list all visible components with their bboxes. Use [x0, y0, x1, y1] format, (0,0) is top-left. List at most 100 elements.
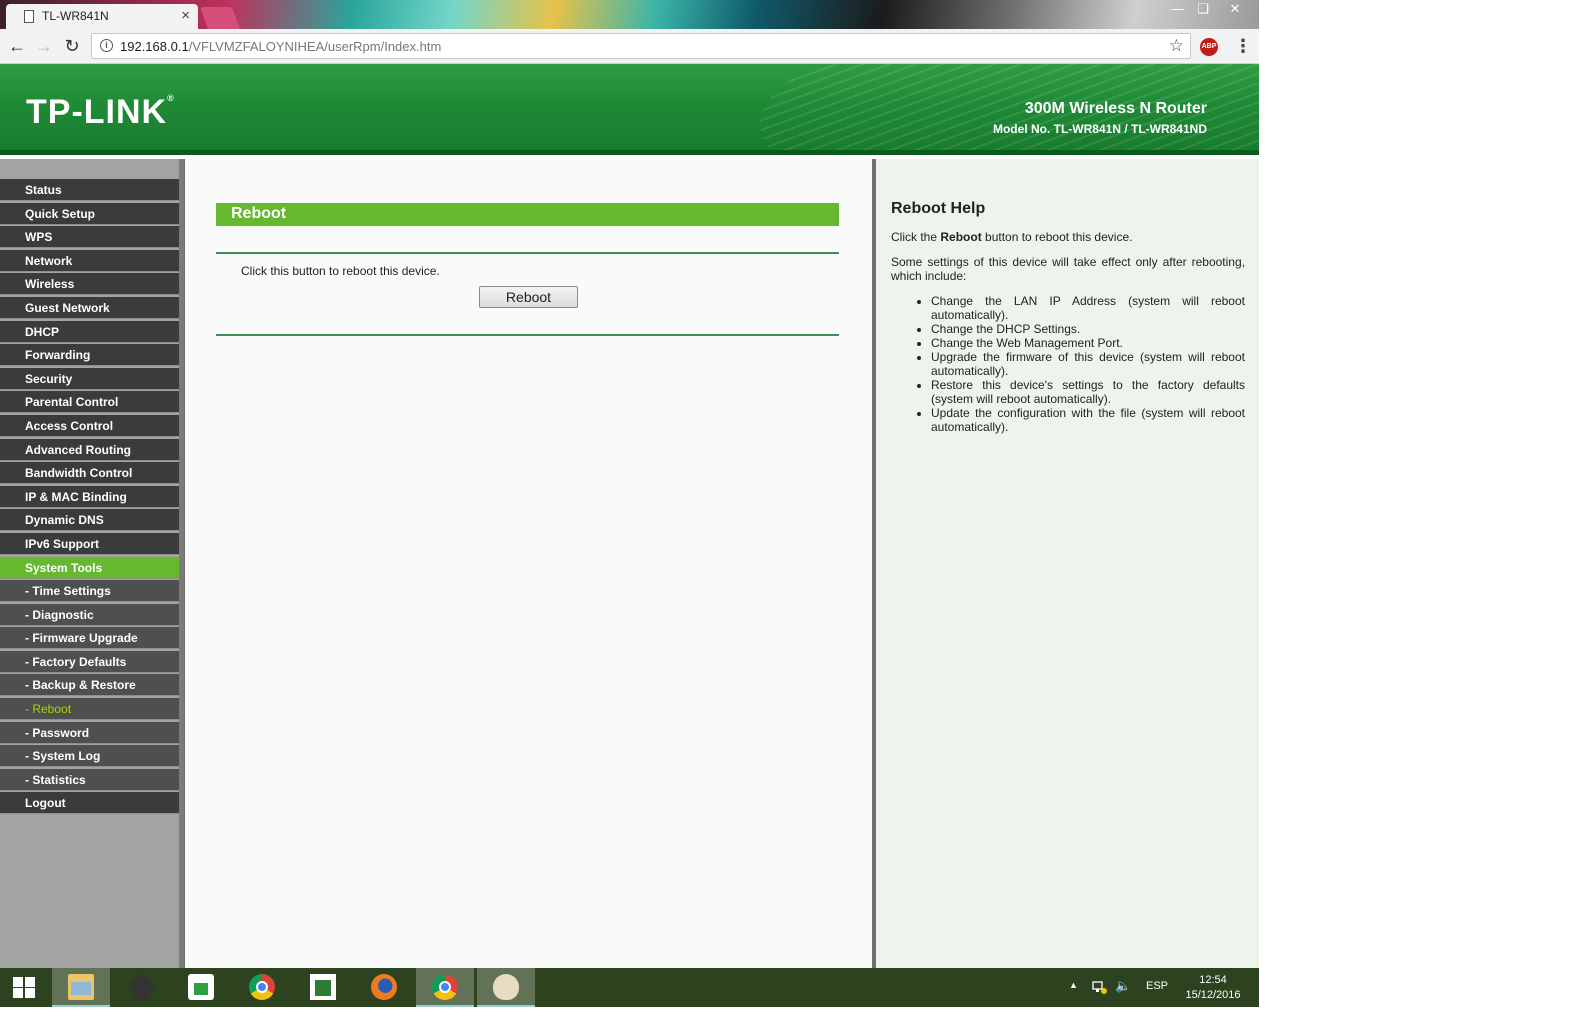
network-icon[interactable]: [1091, 979, 1107, 995]
help-list-item: Upgrade the firmware of this device (sys…: [931, 350, 1245, 378]
help-intro-prefix: Click the: [891, 230, 941, 244]
star-icon[interactable]: ☆: [1169, 36, 1184, 56]
clock[interactable]: 12:54 15/12/2016: [1183, 973, 1243, 1003]
page-title: Reboot: [231, 205, 287, 222]
sidebar-item-status[interactable]: Status: [0, 179, 179, 201]
sidebar-item-dhcp[interactable]: DHCP: [0, 320, 179, 343]
help-list-item: Update the configuration with the file (…: [931, 406, 1245, 434]
tab-close-icon[interactable]: ×: [181, 7, 190, 25]
browser-toolbar: ← → ↻ i 192.168.0.1/VFLVMZFALOYNIHEA/use…: [0, 29, 1259, 64]
url-path: /VFLVMZFALOYNIHEA/userRpm/Index.htm: [188, 39, 442, 54]
volume-icon[interactable]: 🔈: [1115, 978, 1131, 994]
tray-expand-icon[interactable]: ▲: [1069, 980, 1078, 990]
product-name: 300M Wireless N Router: [1024, 100, 1207, 117]
reboot-button[interactable]: Reboot: [479, 286, 578, 308]
taskbar-app[interactable]: [113, 968, 171, 1007]
forward-icon[interactable]: →: [33, 36, 55, 58]
url-text[interactable]: 192.168.0.1/VFLVMZFALOYNIHEA/userRpm/Ind…: [120, 39, 441, 54]
sidebar-item-statistics[interactable]: - Statistics: [0, 768, 179, 791]
divider: [216, 334, 839, 336]
sidebar: Status Quick Setup WPS Network Wireless …: [0, 159, 184, 968]
help-intro: Click the Reboot button to reboot this d…: [891, 230, 1245, 244]
help-intro-bold: Reboot: [940, 230, 982, 244]
help-list-item: Change the LAN IP Address (system will r…: [931, 294, 1245, 322]
address-bar[interactable]: i 192.168.0.1/VFLVMZFALOYNIHEA/userRpm/I…: [91, 33, 1191, 59]
store-icon: [188, 974, 214, 1000]
sidebar-item-dynamic-dns[interactable]: Dynamic DNS: [0, 509, 179, 532]
restore-icon[interactable]: ❏: [1188, 0, 1218, 20]
taskbar-file-explorer[interactable]: [52, 968, 110, 1007]
router-header: TP-LINK® 300M Wireless N Router Model No…: [0, 64, 1259, 155]
taskbar-firefox[interactable]: [355, 968, 413, 1007]
help-list-item: Restore this device's settings to the fa…: [931, 378, 1245, 406]
help-list-item: Change the Web Management Port.: [931, 336, 1245, 350]
sidebar-item-parental-control[interactable]: Parental Control: [0, 391, 179, 414]
sidebar-item-ipv6-support[interactable]: IPv6 Support: [0, 532, 179, 555]
sidebar-item-ip-mac-binding[interactable]: IP & MAC Binding: [0, 485, 179, 508]
sidebar-item-guest-network[interactable]: Guest Network: [0, 296, 179, 319]
page-title-bar: Reboot: [216, 203, 839, 226]
header-divider: [0, 150, 1259, 155]
taskbar-store[interactable]: [172, 968, 230, 1007]
sidebar-item-wireless[interactable]: Wireless: [0, 273, 179, 296]
sidebar-menu: Status Quick Setup WPS Network Wireless …: [0, 179, 179, 816]
tplink-logo: TP-LINK®: [26, 93, 175, 132]
taskbar-paint[interactable]: [477, 968, 535, 1007]
paint-icon: [493, 974, 519, 1000]
sidebar-item-diagnostic[interactable]: - Diagnostic: [0, 603, 179, 626]
project-icon: [310, 974, 336, 1000]
reload-icon[interactable]: ↻: [61, 36, 83, 58]
firefox-icon: [371, 974, 397, 1000]
sidebar-item-advanced-routing[interactable]: Advanced Routing: [0, 438, 179, 461]
reboot-description: Click this button to reboot this device.: [241, 264, 440, 278]
taskbar-chrome[interactable]: [233, 968, 291, 1007]
new-tab-button[interactable]: [199, 7, 241, 29]
sidebar-item-factory-defaults[interactable]: - Factory Defaults: [0, 650, 179, 673]
divider: [216, 252, 839, 254]
chrome-icon: [432, 974, 458, 1000]
sidebar-item-system-log[interactable]: - System Log: [0, 745, 179, 768]
taskbar-chrome-active[interactable]: [416, 968, 474, 1007]
sidebar-item-security[interactable]: Security: [0, 367, 179, 390]
adblock-icon[interactable]: ABP: [1200, 38, 1218, 56]
clock-date: 15/12/2016: [1185, 989, 1241, 1001]
sidebar-item-password[interactable]: - Password: [0, 721, 179, 744]
window-close-icon[interactable]: ✕: [1218, 0, 1252, 20]
sidebar-item-quick-setup[interactable]: Quick Setup: [0, 202, 179, 225]
chrome-menu-icon[interactable]: ⋮: [1234, 35, 1252, 57]
main-panel: [184, 159, 872, 968]
windows-icon: [13, 977, 35, 998]
help-paragraph: Some settings of this device will take e…: [891, 255, 1245, 283]
url-host: 192.168.0.1: [120, 39, 189, 54]
sidebar-item-bandwidth-control[interactable]: Bandwidth Control: [0, 462, 179, 485]
app-icon: [129, 974, 155, 1000]
taskbar: ▲ 🔈 ESP 12:54 15/12/2016: [0, 968, 1259, 1007]
file-explorer-icon: [68, 974, 94, 1000]
sidebar-item-firmware-upgrade[interactable]: - Firmware Upgrade: [0, 627, 179, 650]
help-title: Reboot Help: [891, 200, 986, 217]
tab-title: TL-WR841N: [42, 9, 109, 23]
taskbar-project[interactable]: [294, 968, 352, 1007]
help-intro-suffix: button to reboot this device.: [981, 230, 1133, 244]
chrome-icon: [249, 974, 275, 1000]
sidebar-item-forwarding[interactable]: Forwarding: [0, 344, 179, 367]
sidebar-item-backup-restore[interactable]: - Backup & Restore: [0, 674, 179, 697]
help-body: Click the Reboot button to reboot this d…: [891, 230, 1245, 434]
language-indicator[interactable]: ESP: [1146, 980, 1168, 992]
sidebar-item-access-control[interactable]: Access Control: [0, 414, 179, 437]
model-number: Model No. TL-WR841N / TL-WR841ND: [992, 122, 1207, 136]
sidebar-item-logout[interactable]: Logout: [0, 792, 179, 815]
back-icon[interactable]: ←: [6, 36, 28, 58]
browser-tab-strip: TL-WR841N × — ❏ ✕: [0, 0, 1259, 29]
sidebar-item-reboot[interactable]: - Reboot: [0, 698, 179, 721]
sidebar-item-system-tools[interactable]: System Tools: [0, 556, 179, 579]
registered-mark: ®: [167, 93, 175, 103]
start-button[interactable]: [0, 968, 48, 1007]
sidebar-item-wps[interactable]: WPS: [0, 226, 179, 249]
clock-time: 12:54: [1199, 974, 1227, 986]
sidebar-item-network[interactable]: Network: [0, 249, 179, 272]
browser-tab[interactable]: TL-WR841N ×: [6, 4, 198, 29]
info-icon[interactable]: i: [100, 39, 113, 52]
sidebar-item-time-settings[interactable]: - Time Settings: [0, 580, 179, 603]
help-list: Change the LAN IP Address (system will r…: [891, 294, 1245, 434]
